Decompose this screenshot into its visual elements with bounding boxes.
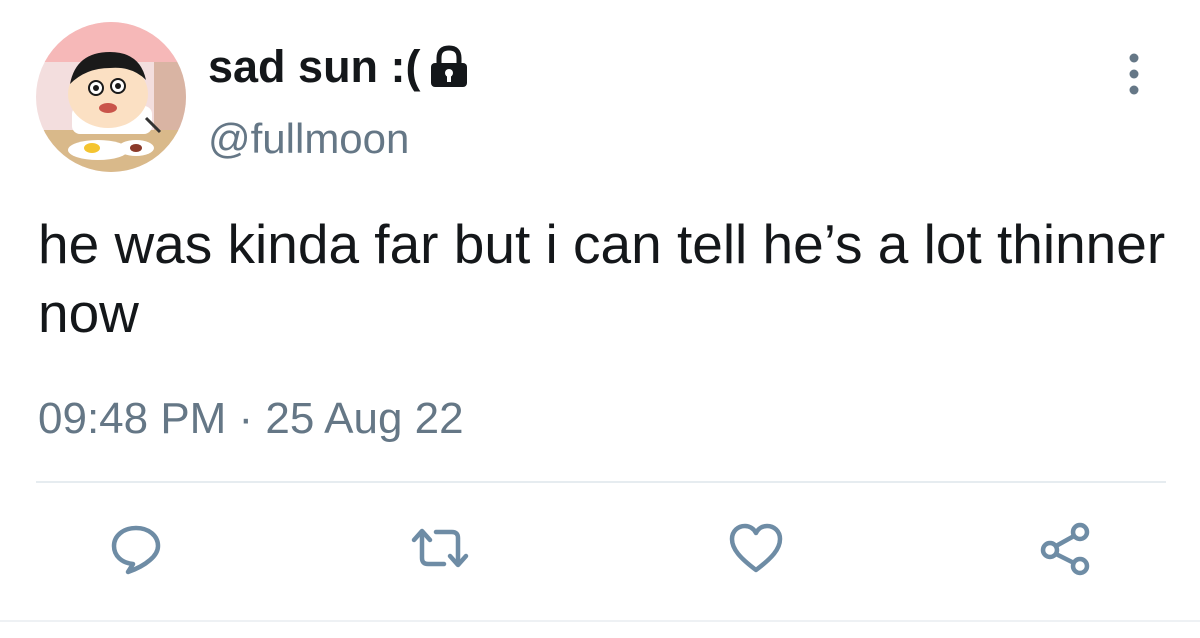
retweet-icon: [411, 528, 469, 568]
display-name[interactable]: sad sun :(: [208, 40, 471, 94]
display-name-text: sad sun :(: [208, 41, 421, 92]
reply-button[interactable]: [104, 516, 168, 580]
bottom-divider: [0, 620, 1200, 622]
tweet-card: sad sun :( @fullmoon he was kinda far bu…: [0, 0, 1200, 638]
avatar-image: [36, 22, 186, 172]
retweet-button[interactable]: [408, 516, 472, 580]
heart-icon: [729, 523, 783, 573]
share-icon: [1040, 522, 1090, 576]
lock-icon: [427, 44, 471, 90]
like-button[interactable]: [724, 516, 788, 580]
speech-bubble-icon: [111, 525, 161, 575]
share-button[interactable]: [1034, 516, 1098, 580]
tweet-text: he was kinda far but i can tell he’s a l…: [38, 213, 1166, 344]
user-handle[interactable]: @fullmoon: [208, 114, 409, 164]
divider: [36, 481, 1166, 483]
more-options-icon[interactable]: [1114, 50, 1154, 98]
avatar[interactable]: [36, 22, 186, 172]
tweet-timestamp[interactable]: 09:48 PM · 25 Aug 22: [38, 392, 464, 446]
